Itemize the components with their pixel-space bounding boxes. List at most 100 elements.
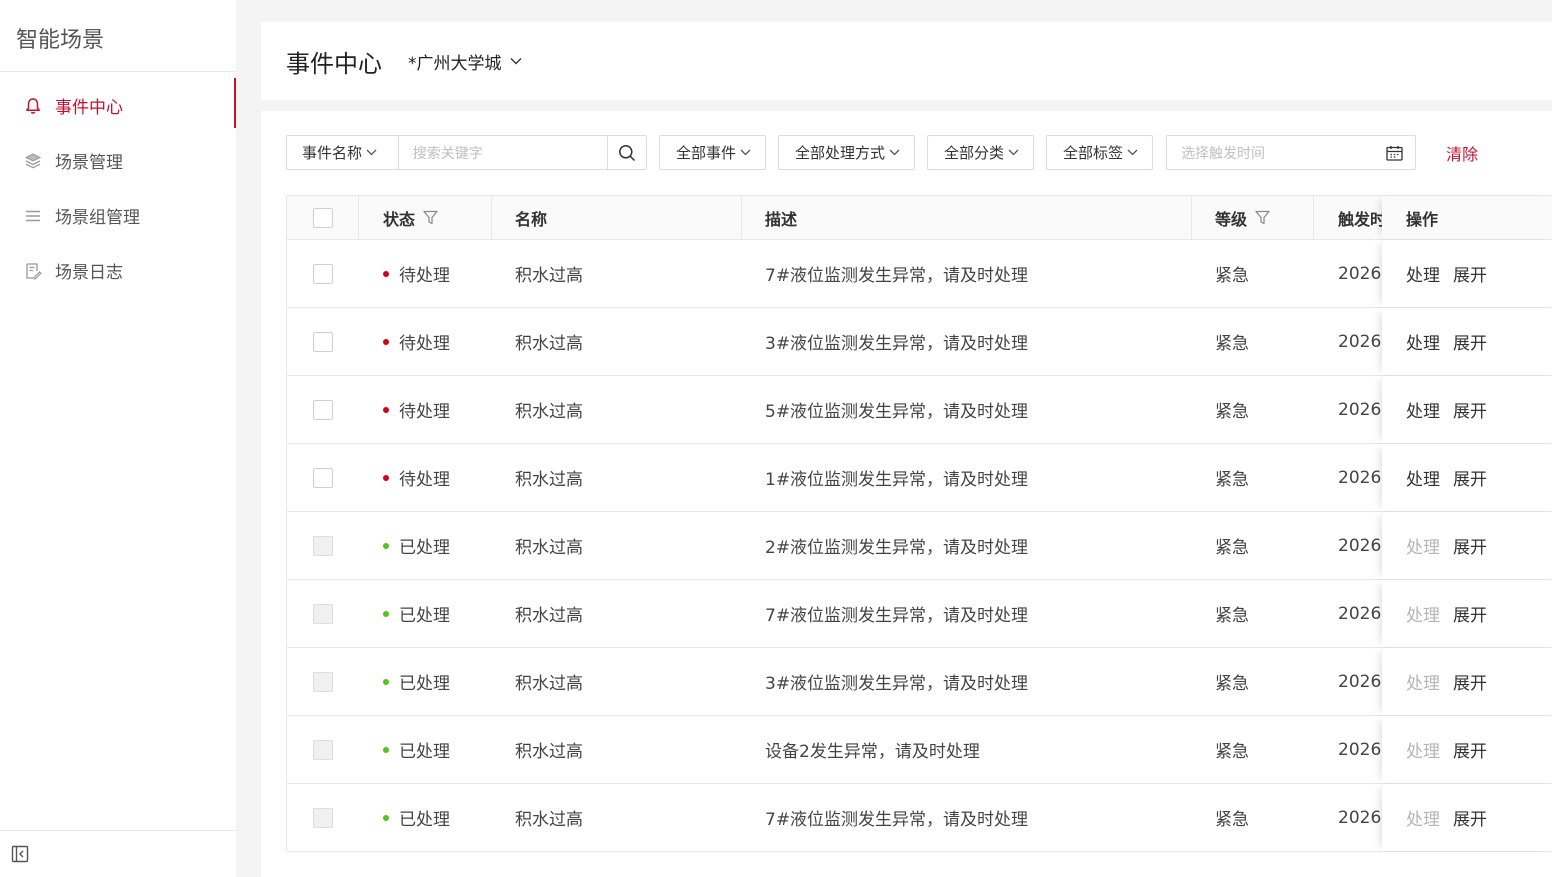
actions-cell: 处理 展开: [1382, 376, 1552, 443]
name-cell: 积水过高: [515, 402, 583, 422]
actions-cell: 处理 展开: [1382, 308, 1552, 375]
region-selector[interactable]: *广州大学城: [408, 49, 522, 74]
sidebar-item-event-center[interactable]: 事件中心: [0, 78, 236, 133]
tag-dropdown[interactable]: 全部标签: [1046, 135, 1154, 170]
description-cell: 7#液位监测发生异常，请及时处理: [765, 266, 1029, 286]
status-cell: 已处理: [383, 580, 503, 647]
trigger-time-picker[interactable]: 选择触发时间: [1166, 135, 1417, 170]
trigger-time-cell: 2026-: [1338, 739, 1383, 760]
actions-cell: 处理 展开: [1382, 716, 1552, 783]
search-group: 事件名称 搜索关键字: [286, 135, 647, 170]
main-content: 事件名称 搜索关键字 全部事件 全部处理方式 全部分类 全部标签 选择触发时间 …: [261, 111, 1552, 877]
description-cell: 1#液位监测发生异常，请及时处理: [765, 470, 1029, 490]
expand-button[interactable]: 展开: [1453, 261, 1487, 286]
table-row: 已处理 积水过高 2#液位监测发生异常，请及时处理 紧急 2026- 处理 展开: [287, 512, 1552, 580]
sidebar-footer: [0, 830, 236, 877]
expand-button[interactable]: 展开: [1453, 533, 1487, 558]
row-checkbox[interactable]: [312, 399, 333, 420]
handle-button: 处理: [1406, 674, 1440, 694]
sidebar-item-scene-management[interactable]: 场景管理: [0, 133, 236, 188]
trigger-time-cell: 2026-: [1338, 263, 1383, 284]
category-dropdown[interactable]: 全部分类: [927, 135, 1035, 170]
chevron-down-icon: [510, 58, 521, 65]
row-select-cell: [287, 376, 358, 443]
status-cell: 已处理: [383, 512, 503, 579]
description-cell: 2#液位监测发生异常，请及时处理: [765, 538, 1029, 558]
row-checkbox: [312, 807, 333, 828]
log-icon: [23, 261, 43, 281]
table-row: 待处理 积水过高 1#液位监测发生异常，请及时处理 紧急 2026- 处理 展开: [287, 444, 1552, 512]
column-status: 状态: [383, 196, 503, 239]
status-text: 待处理: [399, 266, 450, 286]
sidebar-item-scene-group-management[interactable]: 场景组管理: [0, 188, 236, 243]
select-all-checkbox[interactable]: [312, 207, 333, 228]
search-placeholder: 搜索关键字: [412, 145, 483, 162]
row-checkbox[interactable]: [312, 467, 333, 488]
row-select-cell: [287, 240, 358, 307]
status-dot: [383, 474, 389, 481]
filter-icon[interactable]: [423, 210, 438, 225]
row-select-cell: [287, 308, 358, 375]
status-dot: [383, 270, 389, 277]
row-select-cell: [287, 580, 358, 647]
actions-cell: 处理 展开: [1382, 444, 1552, 511]
collapse-sidebar-icon[interactable]: [11, 845, 29, 863]
search-input[interactable]: 搜索关键字: [397, 135, 608, 170]
filter-icon[interactable]: [1255, 210, 1270, 225]
trigger-time-cell: 2026-: [1338, 603, 1383, 624]
filter-bar: 事件名称 搜索关键字 全部事件 全部处理方式 全部分类 全部标签 选择触发时间 …: [286, 135, 1478, 170]
level-cell: 紧急: [1215, 266, 1249, 286]
status-dot: [383, 610, 389, 617]
column-level-label: 等级: [1215, 209, 1248, 229]
status-dot: [383, 542, 389, 549]
expand-button[interactable]: 展开: [1453, 465, 1487, 490]
search-field-select[interactable]: 事件名称: [286, 135, 398, 170]
status-text: 已处理: [399, 742, 450, 762]
table-row: 待处理 积水过高 3#液位监测发生异常，请及时处理 紧急 2026- 处理 展开: [287, 308, 1552, 376]
column-actions: 操作: [1382, 196, 1552, 239]
table-row: 待处理 积水过高 7#液位监测发生异常，请及时处理 紧急 2026- 处理 展开: [287, 240, 1552, 308]
description-cell: 7#液位监测发生异常，请及时处理: [765, 810, 1029, 830]
handle-button[interactable]: 处理: [1406, 261, 1440, 286]
status-text: 已处理: [399, 810, 450, 830]
table-row: 已处理 积水过高 3#液位监测发生异常，请及时处理 紧急 2026- 处理 展开: [287, 648, 1552, 716]
handle-button[interactable]: 处理: [1406, 329, 1440, 354]
region-label: *广州大学城: [408, 53, 502, 74]
expand-button[interactable]: 展开: [1453, 669, 1487, 694]
sidebar-item-label: 场景管理: [55, 153, 123, 173]
trigger-time-cell: 2026-: [1338, 535, 1383, 556]
table-body: 待处理 积水过高 7#液位监测发生异常，请及时处理 紧急 2026- 处理 展开 待处理 积水过…: [287, 240, 1552, 852]
expand-button[interactable]: 展开: [1453, 805, 1487, 830]
handle-method-label: 全部处理方式: [795, 144, 886, 162]
handle-method-dropdown[interactable]: 全部处理方式: [778, 135, 916, 170]
level-cell: 紧急: [1215, 402, 1249, 422]
search-button[interactable]: [607, 135, 647, 170]
name-cell: 积水过高: [515, 674, 583, 694]
row-select-cell: [287, 716, 358, 783]
event-type-dropdown[interactable]: 全部事件: [659, 135, 767, 170]
column-trigger-time: 触发时: [1338, 209, 1383, 229]
handle-button[interactable]: 处理: [1406, 397, 1440, 422]
app-title: 智能场景: [0, 0, 236, 72]
handle-button[interactable]: 处理: [1406, 465, 1440, 490]
chevron-down-icon: [740, 149, 751, 156]
expand-button[interactable]: 展开: [1453, 397, 1487, 422]
description-cell: 3#液位监测发生异常，请及时处理: [765, 674, 1029, 694]
status-dot: [383, 678, 389, 685]
level-cell: 紧急: [1215, 470, 1249, 490]
expand-button[interactable]: 展开: [1453, 329, 1487, 354]
actions-cell: 处理 展开: [1382, 240, 1552, 307]
trigger-time-cell: 2026-: [1338, 399, 1383, 420]
sidebar: 智能场景 事件中心 场景管理 场景组管理 场景日志: [0, 0, 236, 877]
row-checkbox[interactable]: [312, 263, 333, 284]
events-table: 状态 名称 描述 等级 触发时 操作 待处理 积水过高 7#液位监测发生异常，请及时…: [286, 195, 1552, 852]
expand-button[interactable]: 展开: [1453, 601, 1487, 626]
status-dot: [383, 746, 389, 753]
row-checkbox[interactable]: [312, 331, 333, 352]
expand-button[interactable]: 展开: [1453, 737, 1487, 762]
sidebar-item-scene-log[interactable]: 场景日志: [0, 243, 236, 298]
clear-filters-button[interactable]: 清除: [1446, 141, 1478, 165]
level-cell: 紧急: [1215, 606, 1249, 626]
description-cell: 设备2发生异常，请及时处理: [765, 742, 980, 762]
description-cell: 3#液位监测发生异常，请及时处理: [765, 334, 1029, 354]
